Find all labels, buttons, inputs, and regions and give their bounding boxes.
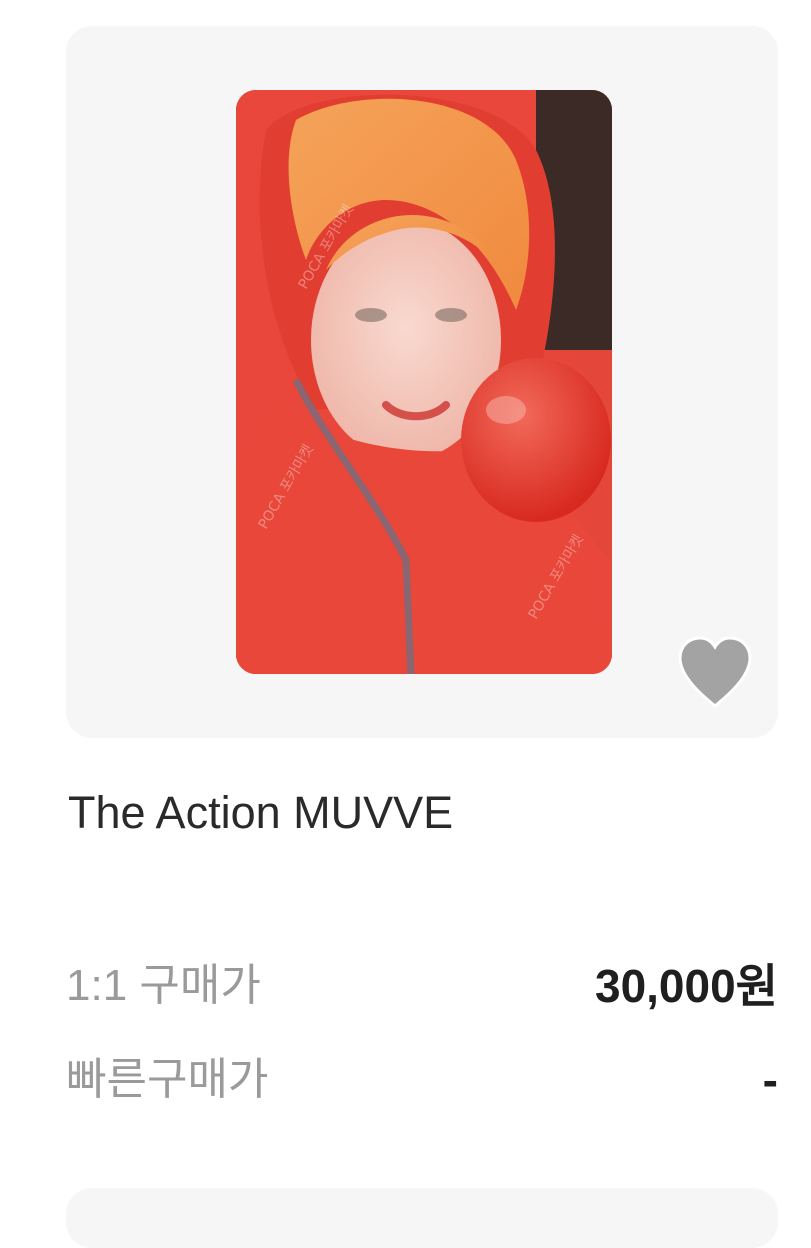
one-to-one-price-value: 30,000원 (594, 960, 778, 1012)
photocard-image[interactable]: POCA 포카마켓 POCA 포카마켓 POCA 포카마켓 (236, 90, 612, 674)
heart-icon (678, 636, 752, 708)
product-title: The Action MUVVE (68, 787, 454, 838)
next-product-card[interactable] (66, 1188, 778, 1248)
one-to-one-price-label: 1:1 구매가 (66, 961, 261, 1010)
quick-buy-price-label: 빠른구매가 (66, 1055, 269, 1104)
quick-buy-price-row: 빠른구매가 - (66, 1050, 778, 1114)
one-to-one-price-row: 1:1 구매가 30,000원 (66, 956, 778, 1020)
favorite-heart-icon[interactable] (676, 636, 754, 708)
photocard-illustration: POCA 포카마켓 POCA 포카마켓 POCA 포카마켓 (236, 90, 612, 674)
quick-buy-price-value: - (762, 1054, 778, 1106)
